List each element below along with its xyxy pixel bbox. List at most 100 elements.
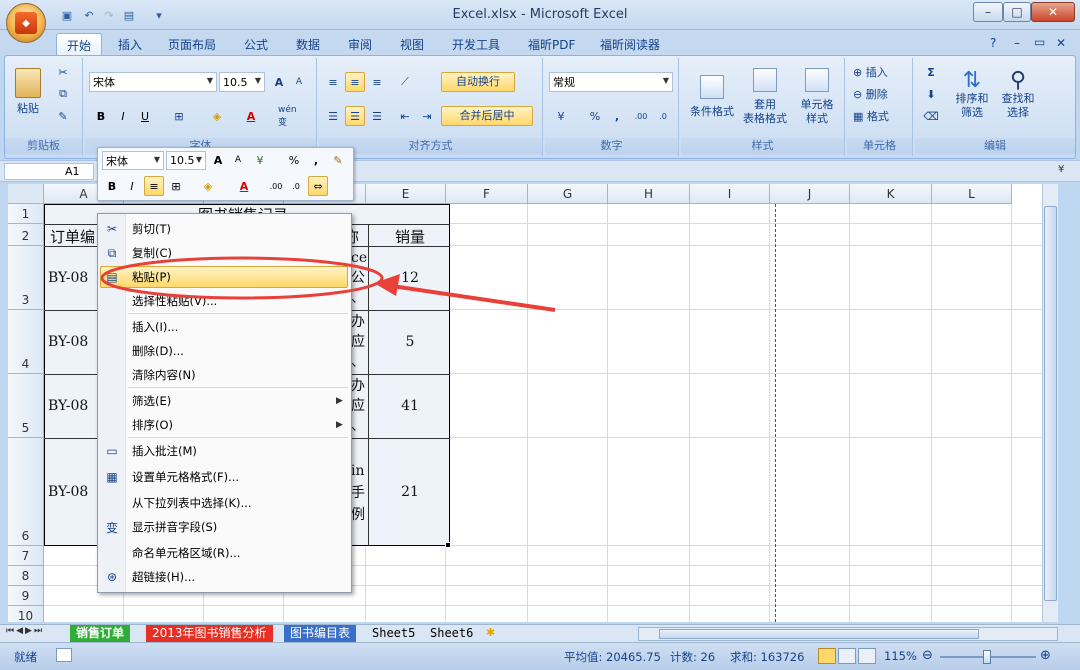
mini-grow-font-icon[interactable]: A bbox=[208, 150, 228, 170]
context-menu-item[interactable]: 筛选(E) bbox=[132, 390, 171, 412]
zoom-slider-thumb[interactable] bbox=[983, 650, 991, 664]
font-size-combo[interactable]: 10.5 ▼ bbox=[219, 72, 265, 92]
merge-center-button[interactable]: 合并后居中 bbox=[441, 106, 533, 126]
context-menu-item[interactable]: 显示拼音字段(S) bbox=[132, 516, 217, 538]
phonetic-button[interactable]: wén 变 bbox=[277, 105, 307, 128]
vertical-scrollbar[interactable] bbox=[1042, 184, 1058, 622]
tab-foxit-reader[interactable]: 福昕阅读器 bbox=[590, 33, 670, 56]
context-menu-item[interactable]: 删除(D)... bbox=[132, 340, 184, 362]
increase-indent-icon[interactable]: ⇥ bbox=[417, 106, 437, 126]
context-menu-item[interactable]: 选择性粘贴(V)... bbox=[132, 290, 217, 312]
context-menu-item[interactable]: 排序(O) bbox=[132, 414, 173, 436]
autosum-icon[interactable]: Σ bbox=[921, 62, 941, 82]
row-header[interactable]: 3 bbox=[8, 246, 44, 310]
sheet-tab-analysis[interactable]: 2013年图书销售分析 bbox=[146, 625, 273, 642]
tab-view[interactable]: 视图 bbox=[390, 33, 434, 56]
help-icon[interactable]: ? bbox=[990, 36, 996, 50]
bold-button[interactable]: B bbox=[91, 106, 111, 126]
decrease-indent-icon[interactable]: ⇤ bbox=[395, 106, 415, 126]
align-left-icon[interactable]: ☰ bbox=[323, 106, 343, 126]
context-menu-item[interactable]: 超链接(H)... bbox=[132, 566, 195, 588]
row-header[interactable]: 8 bbox=[8, 566, 44, 586]
comma-button[interactable]: , bbox=[607, 106, 627, 126]
page-layout-view-icon[interactable] bbox=[838, 648, 856, 664]
context-menu-item[interactable]: 从下拉列表中选择(K)... bbox=[132, 492, 251, 514]
mini-font-color-icon[interactable]: A bbox=[234, 176, 254, 196]
mini-percent-button[interactable]: % bbox=[284, 150, 304, 170]
column-header-g[interactable]: G bbox=[528, 184, 608, 204]
paste-button[interactable]: 粘贴 bbox=[11, 62, 45, 122]
cell-styles-button[interactable]: 单元格 样式 bbox=[791, 62, 843, 132]
row-header[interactable]: 5 bbox=[8, 374, 44, 438]
align-center-icon[interactable]: ☰ bbox=[345, 106, 365, 126]
row-header[interactable]: 6 bbox=[8, 438, 44, 546]
normal-view-icon[interactable] bbox=[818, 648, 836, 664]
scrollbar-thumb[interactable] bbox=[1044, 206, 1057, 601]
context-menu-item[interactable]: 粘贴(P) bbox=[132, 266, 171, 288]
fill-icon[interactable]: ⬇ bbox=[921, 84, 941, 104]
fill-color-icon[interactable]: ◈ bbox=[207, 106, 227, 126]
expand-formula-icon[interactable]: ¥ bbox=[1058, 164, 1064, 175]
insert-cells-button[interactable]: ⊕ 插入 bbox=[853, 64, 888, 82]
insert-sheet-icon[interactable]: ✱ bbox=[486, 626, 495, 639]
tab-data[interactable]: 数据 bbox=[286, 33, 330, 56]
office-button[interactable]: ◆ bbox=[6, 3, 46, 43]
clear-icon[interactable]: ⌫ bbox=[921, 106, 941, 126]
sheet-nav-icon[interactable]: ⏮◀▶⏭ bbox=[6, 626, 44, 636]
tab-foxit-pdf[interactable]: 福昕PDF bbox=[518, 33, 585, 56]
underline-button[interactable]: U bbox=[135, 106, 155, 126]
sheet-tab-catalog[interactable]: 图书编目表 bbox=[284, 625, 357, 642]
mini-decrease-decimal-icon[interactable]: .0 bbox=[286, 176, 306, 196]
close-button[interactable]: ✕ bbox=[1031, 2, 1075, 22]
context-menu-item[interactable]: 插入(I)... bbox=[132, 316, 178, 338]
font-color-icon[interactable]: A bbox=[241, 106, 261, 126]
tab-review[interactable]: 审阅 bbox=[338, 33, 382, 56]
column-header-j[interactable]: J bbox=[770, 184, 850, 204]
column-header-l[interactable]: L bbox=[932, 184, 1012, 204]
mini-border-icon[interactable]: ⊞ bbox=[166, 176, 186, 196]
name-box[interactable]: A1 bbox=[4, 163, 94, 180]
cut-icon[interactable]: ✂ bbox=[53, 62, 73, 82]
sheet-tab-sheet6[interactable]: Sheet6 bbox=[424, 625, 479, 642]
ribbon-close-button[interactable]: ✕ bbox=[1056, 36, 1066, 50]
percent-button[interactable]: % bbox=[585, 106, 605, 126]
font-name-combo[interactable]: 宋体 ▼ bbox=[89, 72, 217, 92]
context-menu-item[interactable]: 命名单元格区域(R)... bbox=[132, 542, 240, 564]
tab-page-layout[interactable]: 页面布局 bbox=[158, 33, 226, 56]
mini-format-painter-icon[interactable]: ✎ bbox=[328, 150, 348, 170]
page-break-view-icon[interactable] bbox=[858, 648, 876, 664]
find-select-button[interactable]: ⚲ 查找和 选择 bbox=[995, 62, 1041, 132]
mini-accounting-icon[interactable]: ¥ bbox=[250, 150, 270, 170]
tab-insert[interactable]: 插入 bbox=[108, 33, 152, 56]
mini-merge-icon[interactable]: ⇔ bbox=[308, 176, 328, 196]
tab-home[interactable]: 开始 bbox=[56, 33, 103, 56]
column-header-h[interactable]: H bbox=[608, 184, 690, 204]
column-header-e[interactable]: E bbox=[366, 184, 446, 204]
zoom-out-icon[interactable]: ⊖ bbox=[922, 648, 933, 663]
row-header[interactable]: 2 bbox=[8, 224, 44, 246]
zoom-level[interactable]: 115% bbox=[884, 649, 917, 663]
row-header[interactable]: 7 bbox=[8, 546, 44, 566]
ribbon-restore-button[interactable]: ▭ bbox=[1034, 35, 1045, 49]
delete-cells-button[interactable]: ⊖ 删除 bbox=[853, 86, 888, 104]
ribbon-minimize-button[interactable]: – bbox=[1014, 36, 1020, 50]
horizontal-scrollbar[interactable] bbox=[638, 627, 1058, 641]
column-header-f[interactable]: F bbox=[446, 184, 528, 204]
format-as-table-button[interactable]: 套用 表格格式 bbox=[739, 62, 791, 132]
wrap-text-button[interactable]: 自动换行 bbox=[441, 72, 515, 92]
context-menu-item[interactable]: 插入批注(M) bbox=[132, 440, 197, 462]
zoom-in-icon[interactable]: ⊕ bbox=[1040, 648, 1051, 663]
macro-record-icon[interactable] bbox=[56, 648, 72, 662]
format-painter-icon[interactable]: ✎ bbox=[53, 106, 73, 126]
mini-size-combo[interactable]: 10.5 ▼ bbox=[166, 151, 206, 170]
minimize-button[interactable]: – bbox=[973, 2, 1003, 22]
mini-bold-button[interactable]: B bbox=[102, 176, 122, 196]
row-header[interactable]: 9 bbox=[8, 586, 44, 606]
horizontal-scrollbar-thumb[interactable] bbox=[659, 629, 979, 639]
sort-filter-button[interactable]: ⇅ 排序和 筛选 bbox=[949, 62, 995, 132]
mini-comma-button[interactable]: , bbox=[306, 150, 326, 170]
column-header-k[interactable]: K bbox=[850, 184, 932, 204]
accounting-icon[interactable]: ¥ bbox=[551, 106, 571, 126]
mini-align-center-icon[interactable]: ≡ bbox=[144, 176, 164, 196]
align-top-icon[interactable]: ≡ bbox=[323, 72, 343, 92]
